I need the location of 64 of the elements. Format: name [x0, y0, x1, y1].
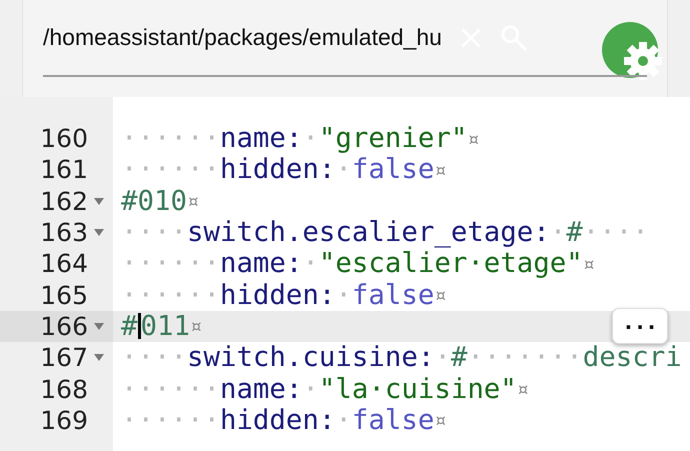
- line-number: 163: [39, 218, 88, 248]
- code-comment: #: [121, 310, 138, 342]
- line-end-marker: ¤: [467, 126, 480, 151]
- fold-caret-icon[interactable]: [94, 354, 104, 362]
- code-key: name:: [220, 374, 302, 405]
- whitespace-marker: ·: [302, 248, 319, 280]
- line-end-marker: ¤: [434, 408, 446, 432]
- line-number: 161: [39, 155, 88, 184]
- whitespace-marker: ······: [121, 123, 220, 154]
- whitespace-marker: ····: [582, 217, 649, 248]
- fold-caret-icon[interactable]: [94, 229, 104, 236]
- whitespace-marker: ·: [434, 342, 451, 374]
- whitespace-marker: ······: [121, 404, 220, 436]
- code-string: "grenier": [318, 123, 468, 154]
- line-end-marker: ¤: [190, 314, 202, 338]
- line-end-marker: ¤: [434, 158, 446, 182]
- code-comment: #: [450, 342, 468, 374]
- text-cursor: [138, 313, 140, 340]
- line-number: 169: [39, 406, 88, 435]
- line-end-marker: ¤: [582, 252, 595, 276]
- whitespace-marker: ······: [121, 374, 220, 405]
- whitespace-marker: ······: [121, 154, 220, 186]
- whitespace-marker: ·: [302, 374, 319, 405]
- fold-caret-icon[interactable]: [94, 198, 104, 205]
- code-comment: descri: [582, 342, 682, 374]
- line-number: 160: [39, 124, 88, 154]
- line-end-marker: ¤: [516, 377, 529, 402]
- code-key: hidden:: [220, 404, 336, 436]
- code-value: false: [352, 404, 434, 436]
- whitespace-marker: ·: [335, 280, 352, 311]
- code-key: hidden:: [220, 280, 336, 311]
- code-string: "la·cuisine": [318, 374, 517, 405]
- line-number: 167: [39, 343, 88, 372]
- line-end-marker: ¤: [434, 283, 446, 308]
- code-value: false: [352, 280, 434, 311]
- whitespace-marker: ······: [121, 248, 220, 280]
- code-key: name:: [220, 248, 302, 280]
- line-number: 168: [39, 374, 88, 404]
- line-number: 166: [39, 312, 88, 341]
- code-comment: #: [566, 217, 583, 248]
- whitespace-marker: ······: [121, 280, 220, 311]
- more-button[interactable]: ...: [612, 308, 668, 344]
- whitespace-marker: ·: [335, 404, 352, 436]
- code-key: switch.escalier_etage:: [186, 217, 550, 248]
- line-number: 165: [39, 280, 88, 310]
- line-end-marker: ¤: [186, 189, 200, 214]
- code-comment: 011: [140, 310, 190, 342]
- gear-icon[interactable]: [601, 20, 665, 82]
- code-string: "escalier·etage": [318, 248, 583, 280]
- code-key: switch.cuisine:: [186, 342, 434, 374]
- whitespace-marker: ····: [121, 342, 187, 374]
- whitespace-marker: ····: [121, 217, 187, 248]
- whitespace-marker: ·: [302, 123, 319, 154]
- code-value: false: [352, 154, 434, 186]
- whitespace-marker: ·: [550, 217, 566, 248]
- line-number: 162: [39, 186, 88, 216]
- whitespace-marker: ·······: [467, 342, 583, 374]
- code-key: hidden:: [220, 154, 336, 186]
- fold-caret-icon[interactable]: [94, 322, 104, 330]
- whitespace-marker: ·: [335, 154, 352, 186]
- file-path: /homeassistant/packages/emulated_hu: [43, 24, 442, 51]
- code-key: name:: [220, 123, 302, 154]
- line-number: 164: [39, 249, 88, 278]
- code-comment: #010: [121, 186, 187, 217]
